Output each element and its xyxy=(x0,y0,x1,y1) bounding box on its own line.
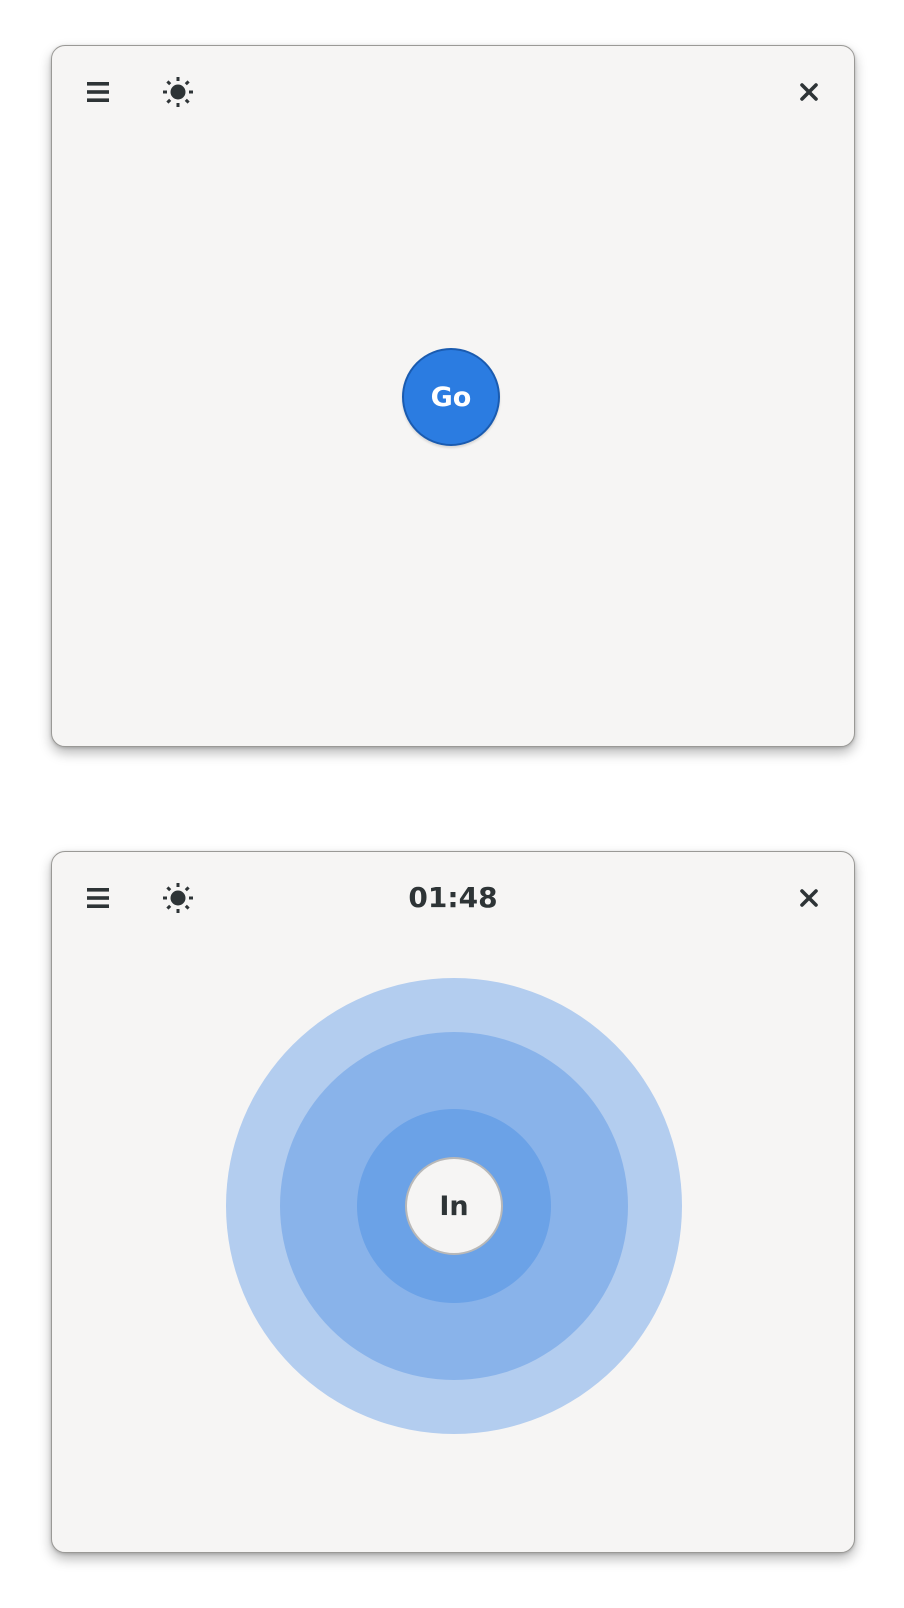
theme-toggle-button[interactable] xyxy=(156,70,200,114)
theme-toggle-button[interactable] xyxy=(156,876,200,920)
close-window-button[interactable] xyxy=(787,70,831,114)
inhale-button[interactable]: In xyxy=(405,1157,503,1255)
main-menu-button[interactable] xyxy=(76,876,120,920)
go-button[interactable]: Go xyxy=(402,348,500,446)
app-window-idle: Go xyxy=(51,45,855,747)
hamburger-menu-icon xyxy=(87,888,109,908)
hamburger-menu-icon xyxy=(87,82,109,102)
close-icon xyxy=(800,889,818,907)
main-menu-button[interactable] xyxy=(76,70,120,114)
sun-icon xyxy=(163,883,193,913)
close-window-button[interactable] xyxy=(787,876,831,920)
app-window-active: 01:48 In xyxy=(51,851,855,1553)
sun-icon xyxy=(163,77,193,107)
close-icon xyxy=(800,83,818,101)
